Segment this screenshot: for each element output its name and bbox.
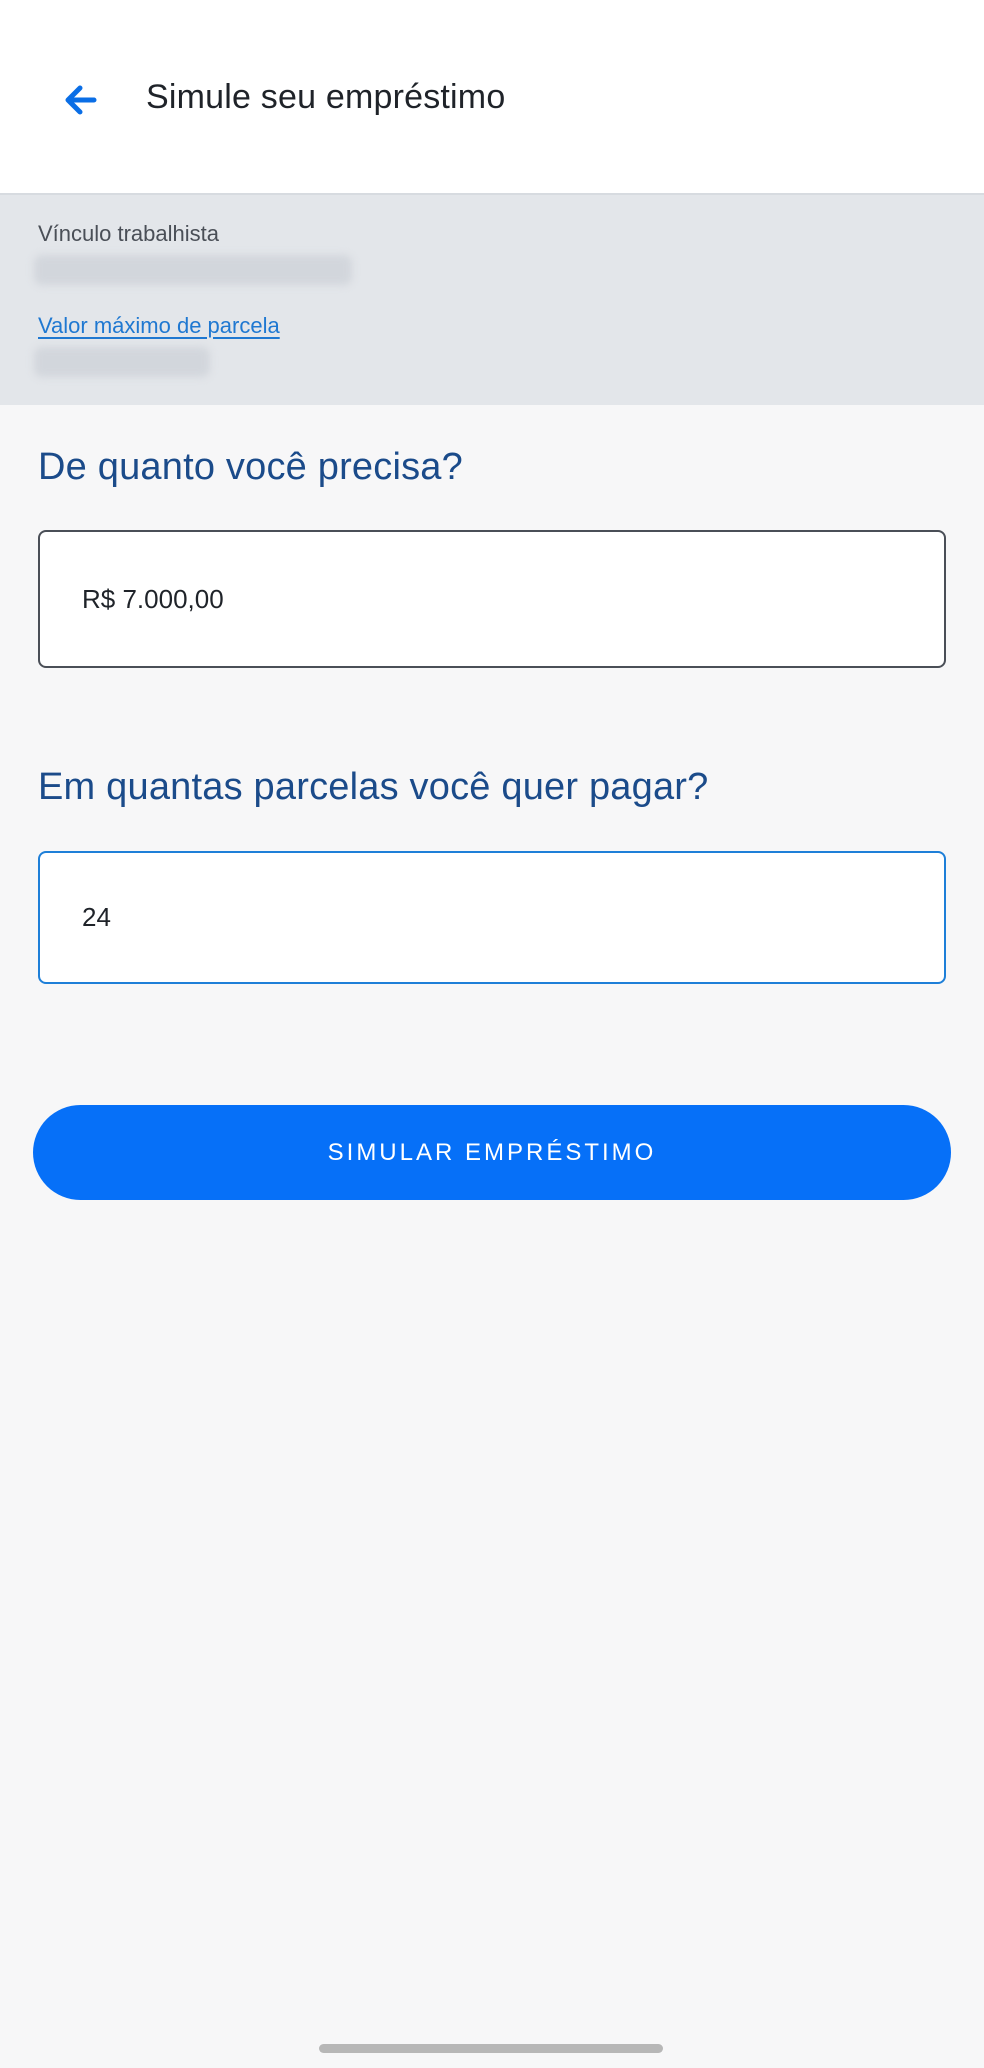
employment-value-redacted xyxy=(34,255,352,285)
amount-question: De quanto você precisa? xyxy=(38,446,463,488)
home-indicator[interactable] xyxy=(319,2044,663,2053)
amount-field[interactable] xyxy=(38,530,946,668)
page-title: Simule seu empréstimo xyxy=(146,78,506,116)
arrow-left-icon xyxy=(65,85,97,115)
app-header: Simule seu empréstimo xyxy=(0,0,984,195)
simulate-loan-button[interactable]: SIMULAR EMPRÉSTIMO xyxy=(33,1105,951,1200)
installments-input[interactable] xyxy=(80,901,944,934)
amount-input[interactable] xyxy=(80,582,944,616)
back-button[interactable] xyxy=(52,72,108,128)
max-installment-link[interactable]: Valor máximo de parcela xyxy=(38,313,280,339)
installments-question: Em quantas parcelas você quer pagar? xyxy=(38,766,709,808)
max-installment-value-redacted xyxy=(34,347,210,377)
employment-info-panel: Vínculo trabalhista Valor máximo de parc… xyxy=(0,195,984,405)
installments-field[interactable] xyxy=(38,851,946,984)
employment-label: Vínculo trabalhista xyxy=(38,221,219,246)
